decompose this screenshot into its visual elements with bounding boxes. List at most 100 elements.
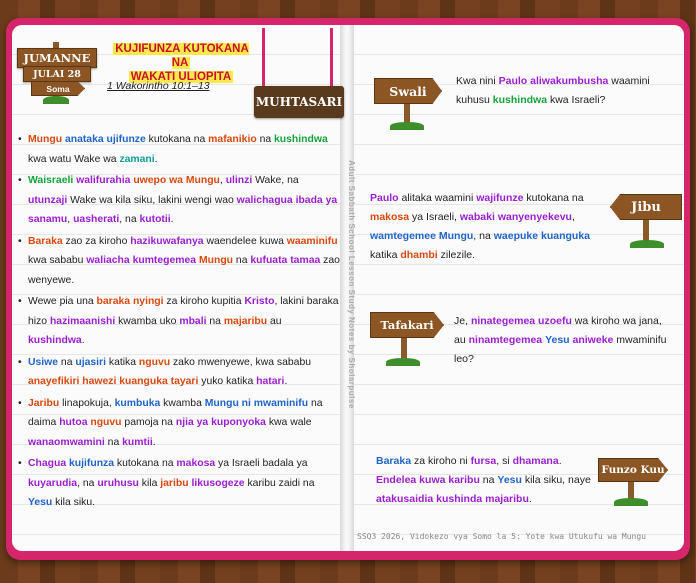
- text-fragment: Kwa nini: [456, 75, 499, 87]
- highlighted-word: nguvu: [90, 417, 122, 428]
- text-fragment: katika: [105, 356, 139, 368]
- highlighted-word: Paulo: [370, 192, 399, 204]
- highlighted-word: hazimaanishi: [49, 315, 116, 327]
- highlighted-word: aliwakumbusha: [530, 75, 609, 87]
- highlighted-word: ninategemea uzoefu: [470, 315, 572, 327]
- highlighted-word: anayefikiri hawezi kuanguka tayari: [28, 376, 199, 387]
- highlighted-word: ulinzi: [225, 175, 253, 186]
- grass-decoration: [390, 122, 424, 130]
- highlighted-word: waaminifu: [286, 235, 338, 247]
- lesson-title: KUJIFUNZA KUTOKANA NA WAKATI ULIOPITA: [106, 42, 256, 84]
- highlighted-word: uasherati: [73, 214, 120, 225]
- text-fragment: .: [170, 214, 174, 225]
- question-text: Kwa nini Paulo aliwakumbusha waamini kuh…: [456, 72, 666, 110]
- answer-sign: Jibu: [610, 194, 682, 220]
- text-fragment: zilezile.: [437, 249, 476, 261]
- text-fragment: ,: [571, 211, 575, 223]
- text-fragment: alitaka waamini: [398, 192, 477, 204]
- answer-text: Paulo alitaka waamini wajifunze kutokana…: [370, 189, 606, 265]
- text-fragment: waendelee kuwa: [203, 235, 287, 247]
- highlighted-word: Yesu: [497, 474, 522, 486]
- text-fragment: , na: [119, 214, 140, 225]
- highlighted-word: Baraka: [376, 455, 412, 467]
- summary-bullet: Waisraeli walifurahia uwepo wa Mungu, ul…: [18, 171, 340, 230]
- highlighted-word: Waisraeli: [28, 175, 74, 186]
- highlighted-word: kutotii: [139, 214, 171, 225]
- day-label: JUMANNE: [17, 48, 97, 68]
- highlighted-word: hatari: [256, 376, 285, 387]
- highlighted-word: Yesu: [28, 497, 53, 508]
- highlighted-word: utunzaji: [28, 194, 68, 206]
- highlighted-word: zamani: [119, 153, 155, 165]
- text-fragment: , si: [496, 455, 513, 467]
- text-fragment: zako mwenyewe, kwa sababu: [170, 356, 312, 368]
- highlighted-word: kuyarudia: [28, 477, 78, 489]
- text-fragment: au: [267, 315, 282, 327]
- highlighted-word: njia ya kuponyoka: [175, 417, 266, 428]
- highlighted-word: wamtegemee Mungu: [370, 230, 474, 242]
- highlighted-word: kushindwa: [274, 134, 328, 145]
- takeaway-sign: Funzo Kuu: [598, 458, 668, 482]
- text-fragment: za kiroho kupitia: [163, 296, 245, 307]
- highlighted-word: waepuke kuanguka: [493, 230, 591, 242]
- bible-reference: 1 Wakorintho 10:1–13: [107, 80, 210, 92]
- text-fragment: karibu zaidi na: [244, 477, 315, 489]
- text-fragment: Wewe pia una: [28, 296, 97, 307]
- text-fragment: Je,: [454, 315, 471, 327]
- text-fragment: kila siku.: [52, 497, 95, 508]
- text-fragment: za kiroho ni: [411, 455, 471, 467]
- highlighted-word: Mungu: [198, 255, 234, 266]
- highlighted-word: majaribu: [223, 315, 268, 327]
- highlighted-word: makosa: [370, 211, 410, 223]
- text-fragment: .: [152, 436, 156, 448]
- text-fragment: na: [256, 134, 275, 145]
- highlighted-word: Baraka: [28, 235, 63, 247]
- highlighted-word: walifurahia: [76, 175, 131, 186]
- question-sign: Swali: [374, 78, 442, 104]
- highlighted-word: mbali: [179, 315, 207, 327]
- summary-bullet: Mungu anataka ujifunze kutokana na mafan…: [18, 130, 340, 169]
- highlighted-word: uwepo wa Mungu: [133, 175, 220, 186]
- sign-rope-left: [262, 28, 265, 90]
- text-fragment: kila siku, naye: [521, 474, 591, 486]
- highlighted-word: Mungu ni mwaminifu: [204, 397, 309, 409]
- highlighted-word: nguvu: [138, 356, 171, 368]
- reflect-text: Je, ninategemea uzoefu wa kiroho wa jana…: [454, 312, 668, 369]
- highlighted-word: kufuata: [250, 255, 288, 266]
- highlighted-word: uruhusu: [97, 477, 139, 489]
- highlighted-word: hazikuwafanya: [130, 235, 204, 247]
- highlighted-word: kumbuka: [114, 397, 161, 409]
- highlighted-word: hutoa: [59, 417, 88, 428]
- highlighted-word: kushindwa: [28, 335, 82, 346]
- text-fragment: .: [528, 493, 532, 505]
- text-fragment: kwa Israeli?: [547, 94, 606, 106]
- highlighted-word: baraka nyingi: [96, 296, 164, 307]
- summary-bullet: Usiwe na ujasiri katika nguvu zako mweny…: [18, 353, 340, 392]
- highlighted-word: Kristo: [244, 296, 275, 307]
- grass-decoration: [386, 358, 420, 366]
- summary-bullet: Chagua kujifunza kutokana na makosa ya I…: [18, 454, 340, 513]
- grass-decoration: [43, 96, 69, 104]
- sign-rope-right: [330, 28, 333, 90]
- highlighted-word: Chagua: [28, 458, 67, 469]
- highlighted-word: wanaomwamini: [28, 436, 105, 448]
- highlighted-word: wajifunze: [476, 192, 524, 204]
- highlighted-word: walichagua: [236, 194, 293, 206]
- text-fragment: Wake wa kila siku, lakini wengi wao: [67, 194, 237, 206]
- date-signpost: JUMANNE JULAI 28 Soma: [17, 42, 97, 104]
- highlighted-word: kujifunza: [69, 458, 115, 469]
- highlighted-word: Endelea kuwa karibu: [376, 474, 480, 486]
- text-fragment: linapokuja,: [59, 397, 115, 409]
- highlighted-word: ninamtegemea: [468, 334, 543, 346]
- grass-decoration: [614, 498, 648, 506]
- text-fragment: kwamba: [160, 397, 205, 409]
- highlighted-word: fursa: [470, 455, 497, 467]
- text-fragment: .: [558, 455, 562, 467]
- text-fragment: , na: [77, 477, 98, 489]
- highlighted-word: atakusaidia kushinda majaribu: [376, 493, 529, 505]
- highlighted-word: mafanikio: [208, 134, 257, 145]
- text-fragment: kwamba uko: [115, 315, 180, 327]
- highlighted-word: Mungu: [28, 134, 63, 145]
- highlighted-word: Paulo: [498, 75, 528, 87]
- text-fragment: .: [154, 153, 158, 165]
